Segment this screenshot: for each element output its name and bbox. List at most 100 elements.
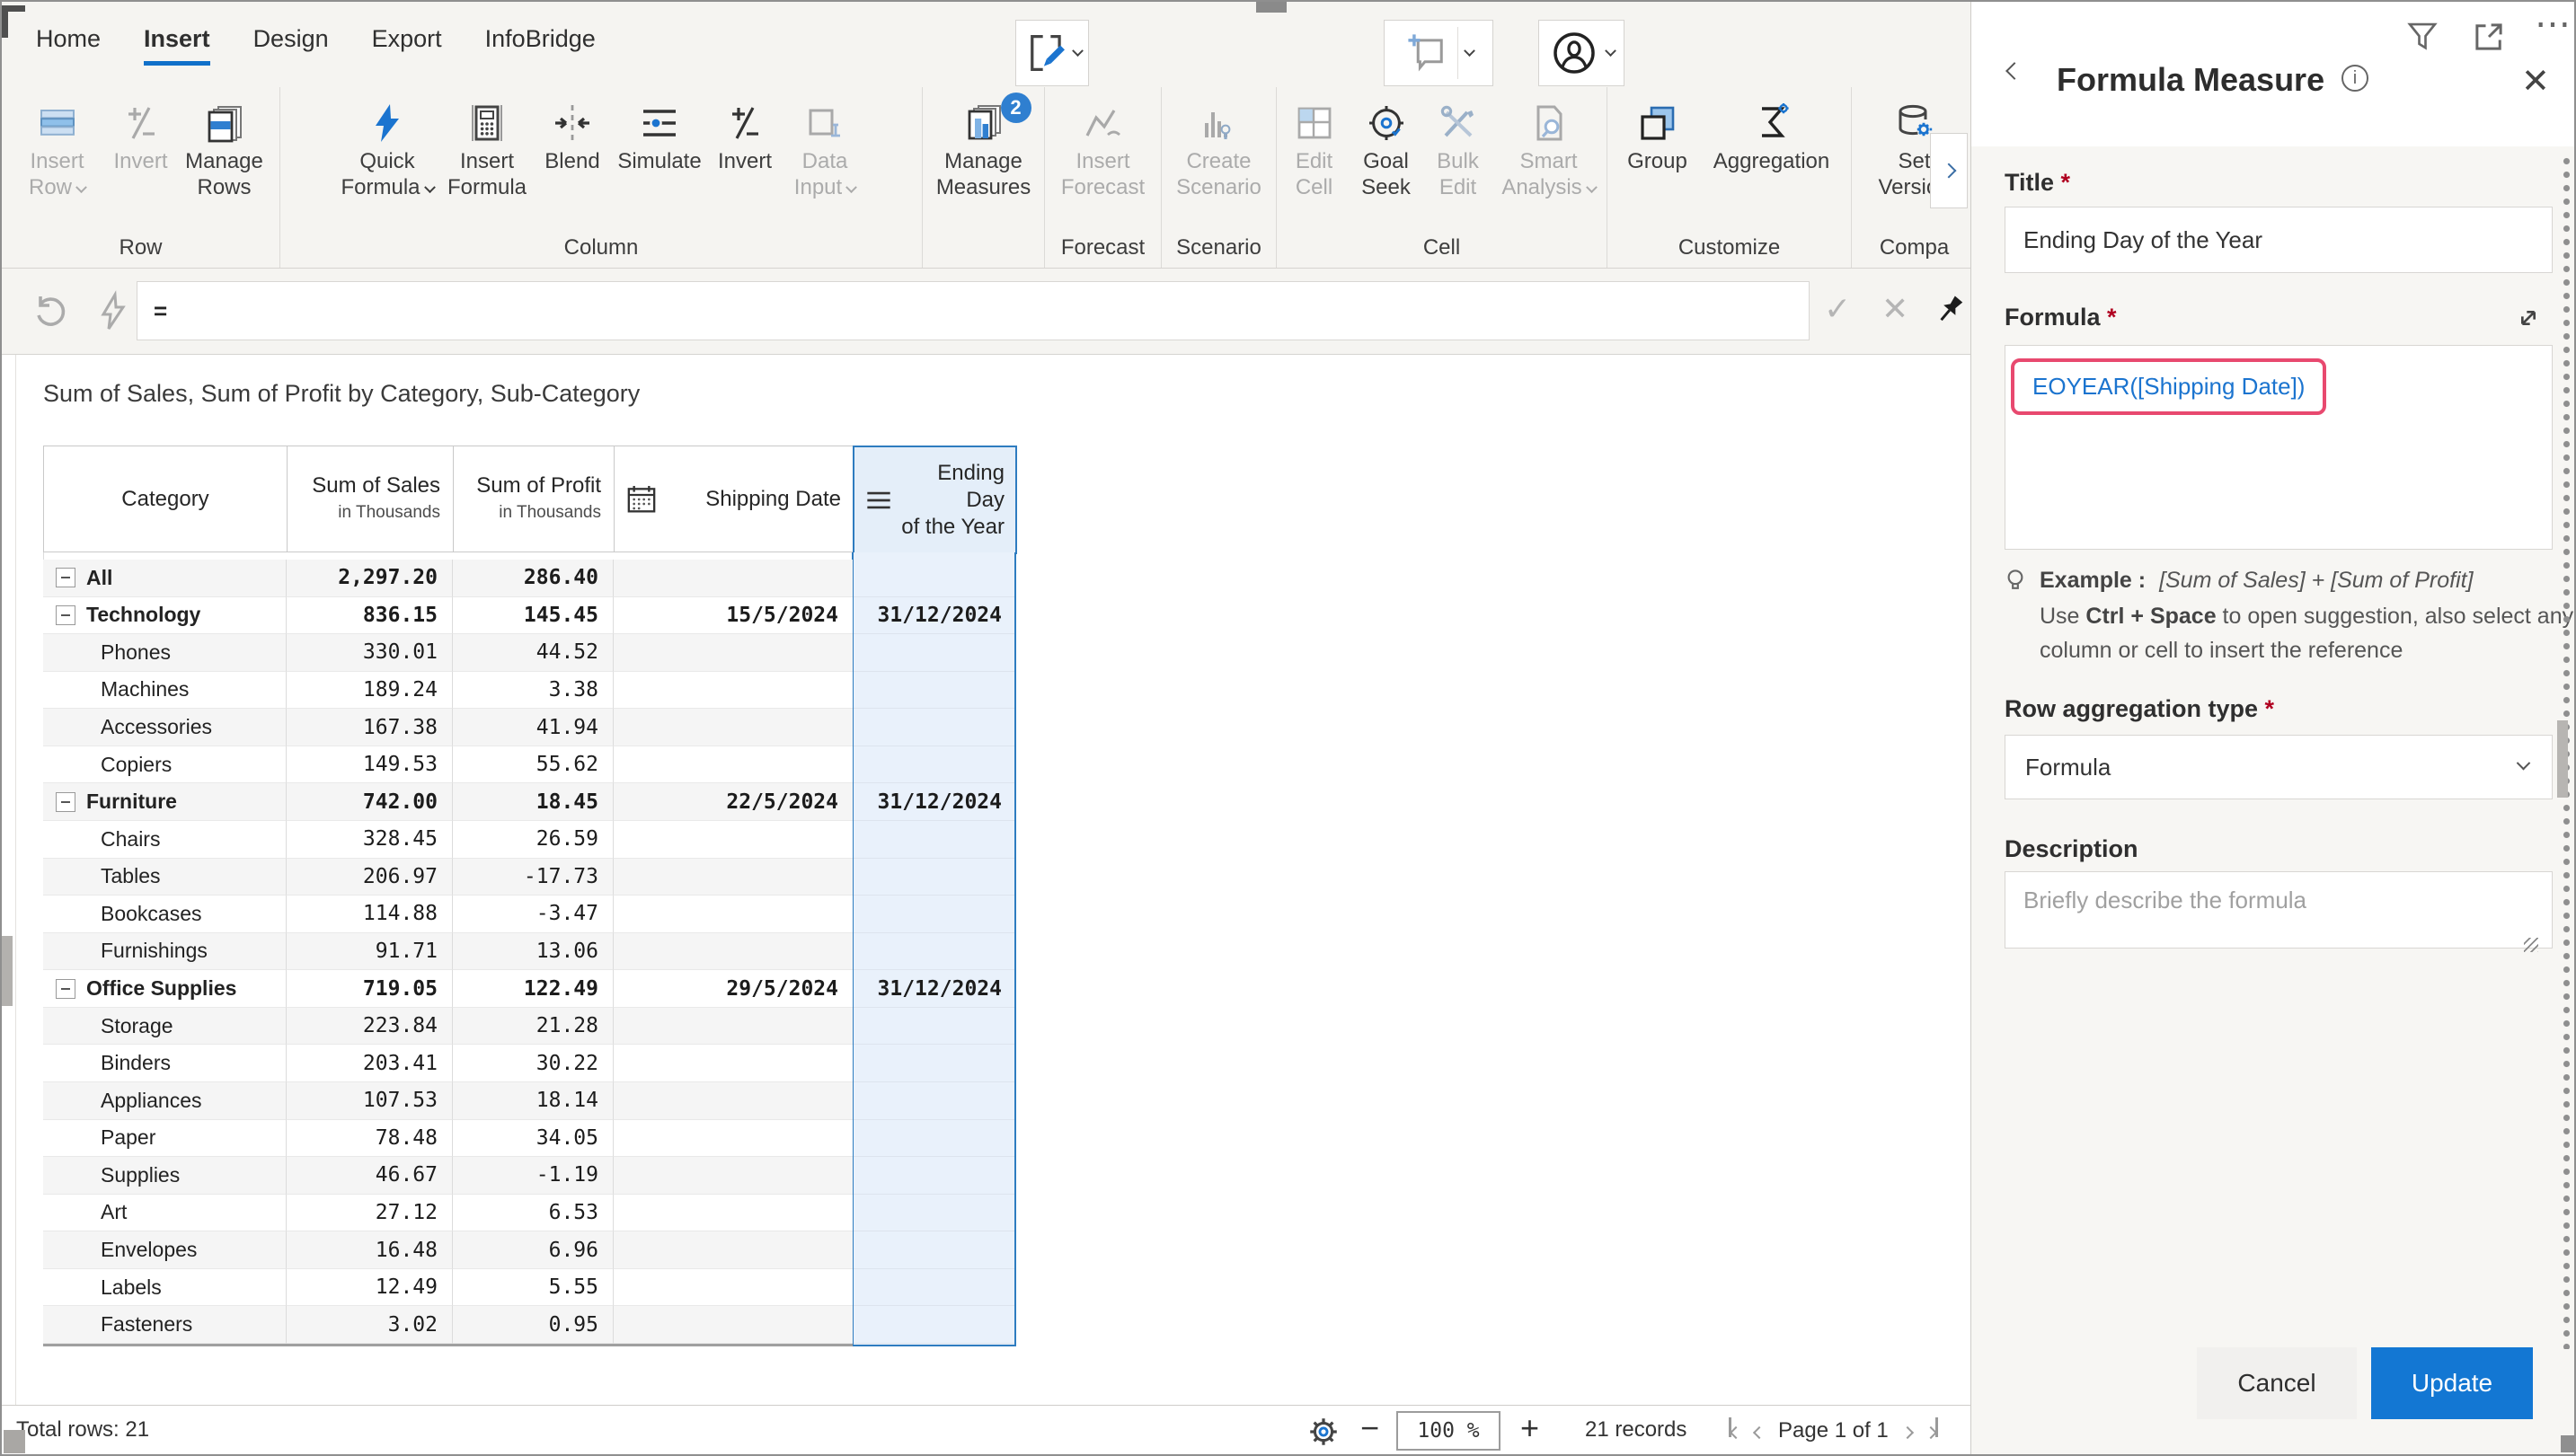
table-row[interactable]: All2,297.20286.40	[43, 560, 853, 597]
window-drag-handle[interactable]	[1256, 2, 1287, 13]
more-options-icon[interactable]: ⋯	[2535, 4, 2573, 45]
gear-icon[interactable]	[1303, 1411, 1344, 1452]
column-header-category[interactable]: Category	[44, 446, 287, 552]
sales-cell[interactable]: 16.48	[286, 1231, 452, 1269]
tab-infobridge[interactable]: InfoBridge	[485, 25, 596, 64]
table-row[interactable]: Office Supplies719.05122.4929/5/2024	[43, 970, 853, 1008]
ending-day-cell[interactable]	[854, 933, 1014, 971]
ending-day-cell[interactable]	[854, 1269, 1014, 1307]
table-row[interactable]: Art27.126.53	[43, 1195, 853, 1232]
profit-cell[interactable]: 0.95	[452, 1306, 613, 1344]
smart-analysis-button[interactable]: SmartAnalysis	[1493, 96, 1605, 200]
ship-cell[interactable]	[613, 1269, 853, 1307]
resize-handle[interactable]	[2524, 938, 2538, 952]
sales-cell[interactable]: 203.41	[286, 1045, 452, 1082]
profit-cell[interactable]: 55.62	[452, 746, 613, 784]
sales-cell[interactable]: 328.45	[286, 821, 452, 859]
row-label-cell[interactable]: Copiers	[43, 746, 286, 784]
description-field[interactable]	[2005, 871, 2553, 949]
tab-home[interactable]: Home	[36, 25, 101, 64]
aggregation-select[interactable]: Formula	[2005, 735, 2553, 799]
tab-export[interactable]: Export	[372, 25, 442, 64]
column-header-sum-of-sales[interactable]: Sum of Salesin Thousands	[287, 446, 453, 552]
ship-cell[interactable]	[613, 1195, 853, 1232]
table-row[interactable]: Binders203.4130.22	[43, 1045, 853, 1082]
refresh-icon[interactable]	[29, 290, 72, 333]
table-row[interactable]: Chairs328.4526.59	[43, 821, 853, 859]
table-row[interactable]: Fasteners3.020.95	[43, 1306, 853, 1344]
manage-measures-button[interactable]: ManageMeasures2	[927, 96, 1040, 200]
row-label-cell[interactable]: All	[43, 560, 286, 597]
invert-row-button[interactable]: Invert	[104, 96, 178, 200]
invert-column-button[interactable]: Invert	[708, 96, 782, 200]
ship-cell[interactable]	[613, 560, 853, 597]
profit-cell[interactable]: 41.94	[452, 709, 613, 746]
zoom-level-input[interactable]: 100 %	[1396, 1411, 1500, 1451]
ship-cell[interactable]	[613, 859, 853, 896]
table-row[interactable]: Tables206.97-17.73	[43, 859, 853, 896]
ending-day-cell[interactable]	[854, 1082, 1014, 1120]
table-row[interactable]: Bookcases114.88-3.47	[43, 896, 853, 933]
update-button[interactable]: Update	[2371, 1347, 2533, 1419]
panel-scrollbar-thumb[interactable]	[2557, 720, 2568, 798]
insert-row-button[interactable]: InsertRow	[11, 96, 104, 200]
sales-cell[interactable]: 836.15	[286, 597, 452, 635]
ship-cell[interactable]	[613, 933, 853, 971]
profit-cell[interactable]: 5.55	[452, 1269, 613, 1307]
sales-cell[interactable]: 742.00	[286, 783, 452, 821]
table-row[interactable]: Labels12.495.55	[43, 1269, 853, 1307]
left-scrollbar-thumb[interactable]	[2, 936, 13, 1006]
sales-cell[interactable]: 114.88	[286, 896, 452, 933]
column-header-ending-day[interactable]: Ending Dayof the Year	[853, 446, 1017, 554]
row-label-cell[interactable]: Office Supplies	[43, 970, 286, 1008]
collapse-icon[interactable]	[56, 792, 75, 812]
edit-mode-button[interactable]	[1015, 20, 1089, 86]
title-field[interactable]	[2005, 207, 2553, 273]
row-label-cell[interactable]: Furnishings	[43, 933, 286, 971]
profit-cell[interactable]: 44.52	[452, 634, 613, 672]
sales-cell[interactable]: 91.71	[286, 933, 452, 971]
ending-day-cell[interactable]	[854, 1045, 1014, 1082]
table-row[interactable]: Furniture742.0018.4522/5/2024	[43, 783, 853, 821]
row-label-cell[interactable]: Paper	[43, 1120, 286, 1158]
tab-insert[interactable]: Insert	[144, 25, 210, 64]
collapse-icon[interactable]	[56, 605, 75, 625]
cancel-x-icon[interactable]: ✕	[1881, 290, 1908, 328]
ending-day-cell[interactable]	[854, 746, 1014, 784]
sales-cell[interactable]: 189.24	[286, 672, 452, 710]
ship-cell[interactable]	[613, 1120, 853, 1158]
ship-cell[interactable]	[613, 1231, 853, 1269]
profit-cell[interactable]: 286.40	[452, 560, 613, 597]
ending-day-cell[interactable]	[854, 672, 1014, 710]
table-row[interactable]: Phones330.0144.52	[43, 634, 853, 672]
ship-cell[interactable]	[613, 746, 853, 784]
aggregation-button[interactable]: Aggregation	[1700, 96, 1844, 174]
manage-rows-button[interactable]: ManageRows	[178, 96, 271, 200]
profit-cell[interactable]: -1.19	[452, 1157, 613, 1195]
expand-formula-icon[interactable]	[2510, 300, 2546, 336]
resize-corner[interactable]	[2561, 1435, 2574, 1452]
insert-formula-button[interactable]: InsertFormula	[440, 96, 534, 200]
table-row[interactable]: Appliances107.5318.14	[43, 1082, 853, 1120]
ending-day-cell[interactable]: 31/12/2024	[854, 970, 1014, 1008]
sales-cell[interactable]: 206.97	[286, 859, 452, 896]
sales-cell[interactable]: 223.84	[286, 1008, 452, 1046]
flash-icon[interactable]	[92, 290, 135, 333]
table-row[interactable]: Accessories167.3841.94	[43, 709, 853, 746]
create-scenario-button[interactable]: CreateScenario	[1169, 96, 1270, 200]
table-row[interactable]: Supplies46.67-1.19	[43, 1157, 853, 1195]
profit-cell[interactable]: 6.96	[452, 1231, 613, 1269]
data-input-button[interactable]: DataInput	[782, 96, 868, 200]
profit-cell[interactable]: 18.45	[452, 783, 613, 821]
ship-cell[interactable]: 22/5/2024	[613, 783, 853, 821]
formula-input[interactable]: =	[137, 281, 1810, 340]
ship-cell[interactable]	[613, 1082, 853, 1120]
sales-cell[interactable]: 167.38	[286, 709, 452, 746]
column-header-shipping-date[interactable]: Shipping Date	[614, 446, 854, 552]
sales-cell[interactable]: 330.01	[286, 634, 452, 672]
profit-cell[interactable]: 145.45	[452, 597, 613, 635]
row-label-cell[interactable]: Labels	[43, 1269, 286, 1307]
ship-cell[interactable]	[613, 1008, 853, 1046]
bulk-edit-button[interactable]: BulkEdit	[1423, 96, 1493, 200]
row-label-cell[interactable]: Machines	[43, 672, 286, 710]
